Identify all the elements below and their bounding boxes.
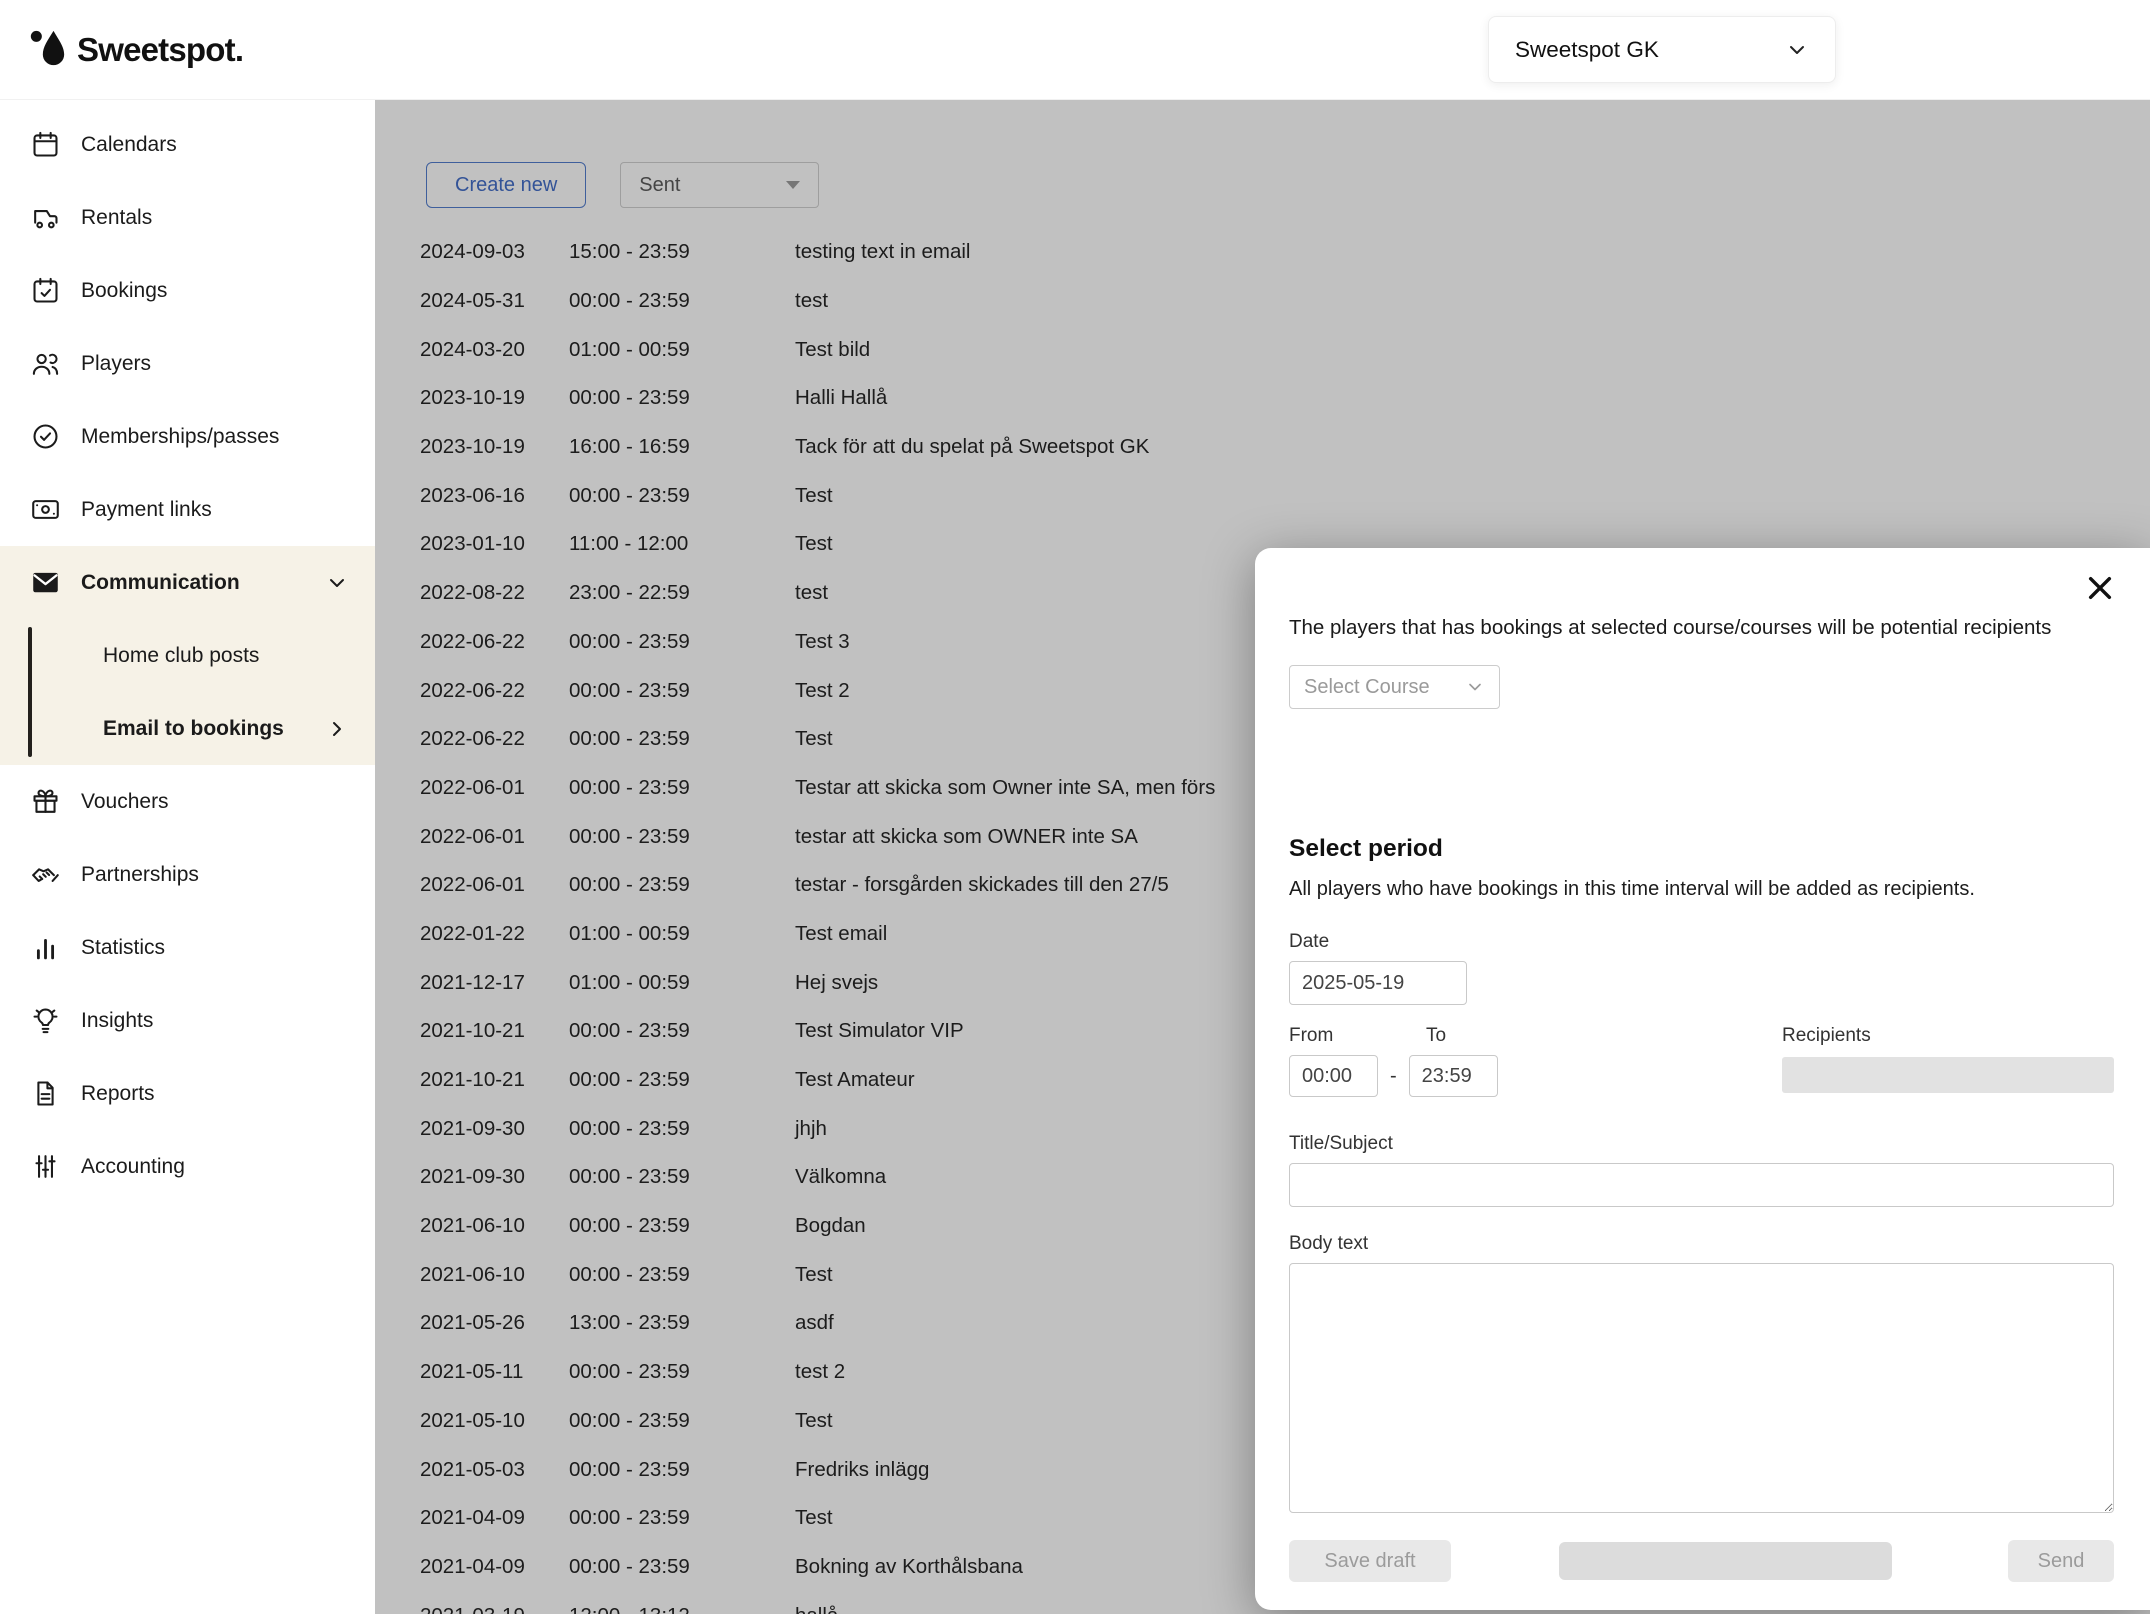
sidebar-item-label: Rentals (81, 206, 152, 230)
title-subject-input[interactable] (1289, 1163, 2114, 1207)
report-icon (30, 1078, 61, 1109)
calendar-icon (30, 129, 61, 160)
date-label: Date (1289, 931, 2114, 953)
sidebar-item-label: Reports (81, 1082, 155, 1106)
title-subject-label: Title/Subject (1289, 1133, 2114, 1155)
sidebar-item-label: Vouchers (81, 790, 169, 814)
recipients-label: Recipients (1782, 1025, 2114, 1047)
payment-card-icon (30, 494, 61, 525)
course-select-placeholder: Select Course (1304, 676, 1430, 699)
close-icon (2084, 572, 2116, 604)
sidebar-item-label: Memberships/passes (81, 425, 279, 449)
sidebar-subitem-label: Home club posts (103, 644, 259, 668)
sidebar-item-insights[interactable]: Insights (0, 984, 375, 1057)
modal-footer: Save draft Send (1289, 1540, 2114, 1582)
course-select[interactable]: Select Course (1289, 665, 1500, 709)
select-period-title: Select period (1289, 835, 2114, 863)
club-selector[interactable]: Sweetspot GK (1488, 16, 1836, 83)
sidebar-item-vouchers[interactable]: Vouchers (0, 765, 375, 838)
people-icon (30, 348, 61, 379)
main-content: Create new Sent 2024-09-0315:00 - 23:59t… (375, 100, 2150, 1614)
sidebar-item-rentals[interactable]: Rentals (0, 181, 375, 254)
sidebar-item-communication[interactable]: Communication (0, 546, 375, 619)
sidebar-subitem-label: Email to bookings (103, 717, 284, 741)
time-recipients-row: From To - Recipients (1289, 1025, 2114, 1097)
logo-text: Sweetspot. (77, 31, 243, 69)
chevron-right-icon (325, 717, 349, 741)
footer-middle-button[interactable] (1559, 1542, 1892, 1580)
to-label: To (1426, 1025, 1446, 1047)
cart-icon (30, 202, 61, 233)
lightbulb-icon (30, 1005, 61, 1036)
badge-check-icon (30, 421, 61, 452)
sidebar-item-label: Payment links (81, 498, 212, 522)
sidebar-item-players[interactable]: Players (0, 327, 375, 400)
sidebar-nav: Calendars Rentals Bookings Players Membershi… (0, 108, 375, 1203)
sidebar-subitem-home-club-posts[interactable]: Home club posts (0, 619, 375, 692)
sidebar-item-label: Calendars (81, 133, 177, 157)
sidebar-item-statistics[interactable]: Statistics (0, 911, 375, 984)
chevron-down-icon (1465, 677, 1485, 697)
sidebar-item-label: Accounting (81, 1155, 185, 1179)
sidebar-item-partnerships[interactable]: Partnerships (0, 838, 375, 911)
time-column: From To - (1289, 1025, 1498, 1097)
body-text-label: Body text (1289, 1233, 2114, 1255)
sidebar-item-calendars[interactable]: Calendars (0, 108, 375, 181)
sidebar-item-label: Partnerships (81, 863, 199, 887)
from-label: From (1289, 1025, 1426, 1047)
chevron-down-icon (1785, 38, 1809, 62)
sidebar-item-reports[interactable]: Reports (0, 1057, 375, 1130)
close-button[interactable] (2082, 570, 2118, 606)
handshake-icon (30, 859, 61, 890)
sidebar-item-label: Players (81, 352, 151, 376)
chevron-down-icon (325, 571, 349, 595)
send-button[interactable]: Send (2008, 1540, 2114, 1582)
recipients-column: Recipients (1782, 1025, 2114, 1097)
sidebar-item-label: Communication (81, 571, 240, 595)
sidebar-item-payment-links[interactable]: Payment links (0, 473, 375, 546)
sidebar-subitem-email-to-bookings[interactable]: Email to bookings (0, 692, 375, 765)
sliders-icon (30, 1151, 61, 1182)
envelope-icon (30, 567, 61, 598)
sidebar: Calendars Rentals Bookings Players Membershi… (0, 100, 375, 1614)
from-time-input[interactable] (1289, 1055, 1378, 1097)
body-text-textarea[interactable] (1289, 1263, 2114, 1513)
recipients-note: The players that has bookings at selecte… (1289, 616, 2114, 640)
bar-chart-icon (30, 932, 61, 963)
email-compose-modal: The players that has bookings at selecte… (1255, 548, 2150, 1610)
calendar-check-icon (30, 275, 61, 306)
sidebar-item-memberships-passes[interactable]: Memberships/passes (0, 400, 375, 473)
sweetspot-logo: Sweetspot. (26, 27, 243, 73)
select-period-help: All players who have bookings in this ti… (1289, 878, 2114, 901)
top-bar: Sweetspot. Sweetspot GK (0, 0, 2150, 100)
recipients-field[interactable] (1782, 1057, 2114, 1093)
app-root: Sweetspot. Sweetspot GK Calendars Rentals… (0, 0, 2150, 1614)
sidebar-item-label: Bookings (81, 279, 167, 303)
date-input[interactable] (1289, 961, 1467, 1005)
sweetspot-logo-icon (26, 27, 66, 73)
time-range-dash: - (1390, 1065, 1397, 1088)
sidebar-item-label: Insights (81, 1009, 153, 1033)
club-selector-value: Sweetspot GK (1515, 37, 1659, 63)
gift-icon (30, 786, 61, 817)
sidebar-item-bookings[interactable]: Bookings (0, 254, 375, 327)
sidebar-item-label: Statistics (81, 936, 165, 960)
to-time-input[interactable] (1409, 1055, 1498, 1097)
communication-submenu: Home club posts Email to bookings (0, 619, 375, 765)
sidebar-item-accounting[interactable]: Accounting (0, 1130, 375, 1203)
save-draft-button[interactable]: Save draft (1289, 1540, 1451, 1582)
